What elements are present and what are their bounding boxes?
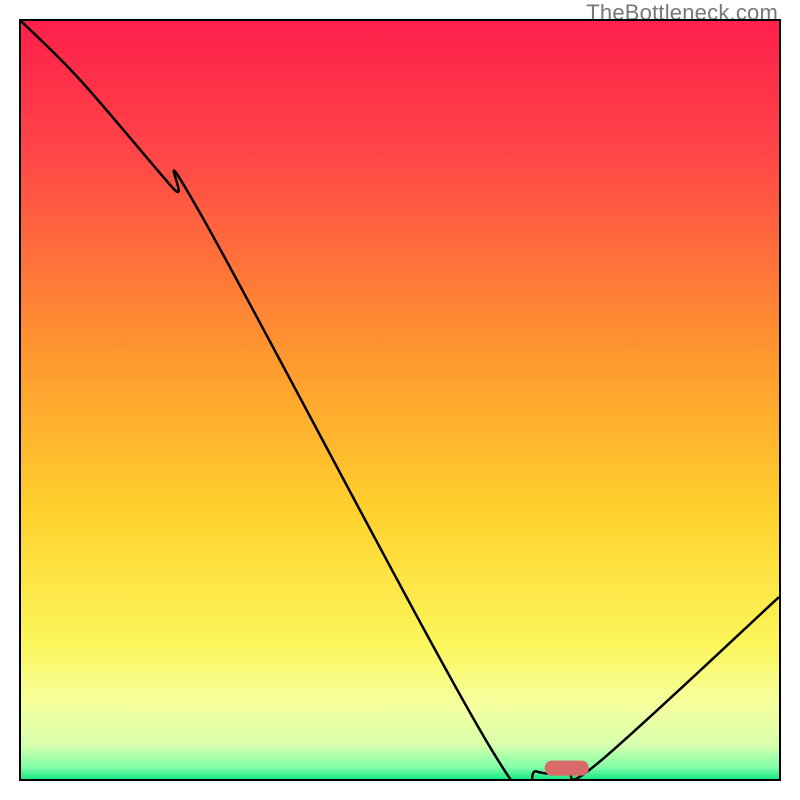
optimal-marker <box>545 761 589 776</box>
bottleneck-curve <box>21 21 779 779</box>
chart-frame <box>19 19 781 781</box>
